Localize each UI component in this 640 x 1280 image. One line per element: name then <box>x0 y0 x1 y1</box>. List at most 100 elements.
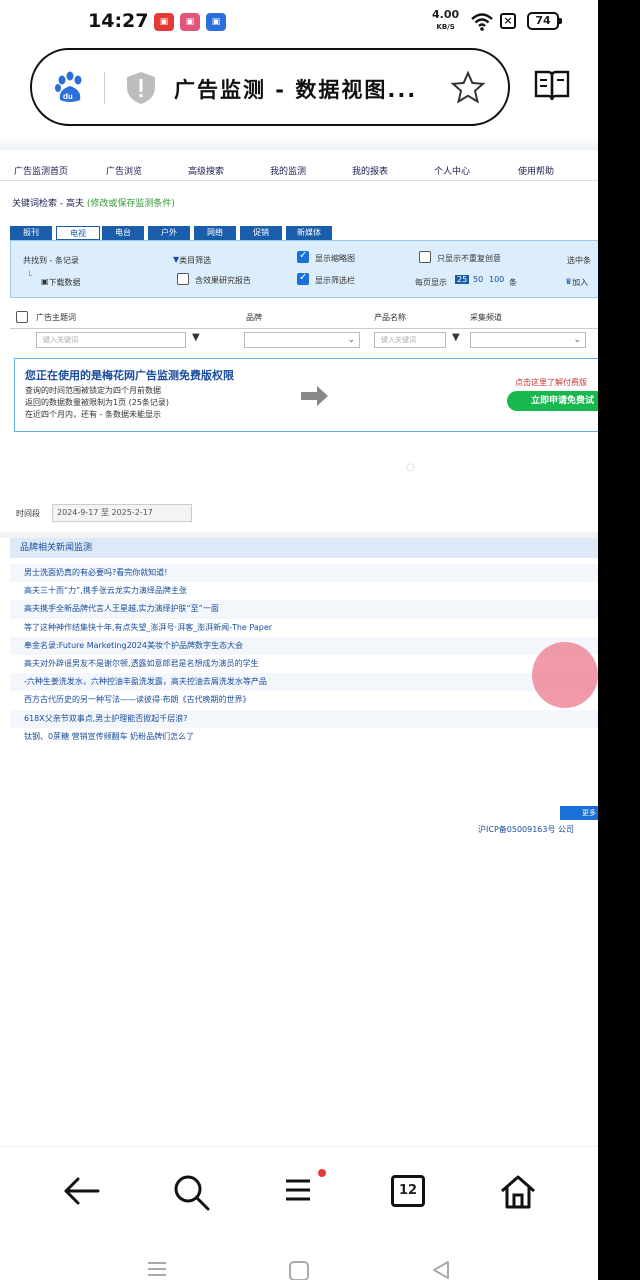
keyword-label: 关键词检索 - 高夫 <box>12 199 84 209</box>
news-item[interactable]: 等了这种神作结集快十年,有点失望_澎湃号·湃客_澎湃新闻-The Paper <box>10 619 598 637</box>
select-all-checkbox[interactable] <box>16 311 28 323</box>
home-icon[interactable] <box>498 1173 538 1211</box>
network-speed: 4.00 KB/S <box>432 9 459 33</box>
menu-icon[interactable] <box>284 1173 316 1205</box>
search-icon[interactable] <box>172 1173 212 1211</box>
page-title: 广告监测 - 数据视图... <box>174 78 418 102</box>
nav-item-my-monitor[interactable]: 我的监测 <box>270 164 306 177</box>
tabs-count-button[interactable]: 12 <box>391 1175 425 1207</box>
notice-line: 返回的数据数量被限制为1页 (25条记录) <box>25 398 170 407</box>
more-button[interactable]: 更多 <box>560 806 598 820</box>
tab-newspaper[interactable]: 报刊 <box>10 226 52 240</box>
browser-toolbar: 12 <box>0 1146 598 1241</box>
nav-item-advanced-search[interactable]: 高级搜索 <box>188 164 224 177</box>
tab-internet[interactable]: 网络 <box>194 226 236 240</box>
menu-notification-dot <box>318 1169 326 1177</box>
tab-radio[interactable]: 电台 <box>102 226 144 240</box>
show-filter-bar-label: 显示筛选栏 <box>315 276 355 285</box>
period-value[interactable]: 2024-9-17 至 2025-2-17 <box>52 504 192 522</box>
network-speed-value: 4.00 <box>432 8 460 21</box>
col-channel: 采集频道 <box>470 313 502 322</box>
reader-mode-icon[interactable] <box>534 68 570 102</box>
show-filter-bar-checkbox[interactable] <box>297 272 309 285</box>
notice-line: 在近四个月内，还有 - 条数据未能显示 <box>25 410 161 419</box>
right-edge-bar <box>598 0 640 1280</box>
tab-outdoor[interactable]: 户外 <box>148 226 190 240</box>
download-data-button[interactable]: ▣ 下载数据 <box>41 277 81 287</box>
include-research-checkbox[interactable] <box>177 273 189 285</box>
brand-select[interactable]: ⌄ <box>244 332 360 348</box>
product-search-input[interactable]: 键入关键词 <box>374 332 446 348</box>
per-page-25[interactable]: 25 <box>455 275 470 284</box>
news-item[interactable]: 钛钢、0蔗糖 营销宣传频翻车 奶粉品牌们怎么了 <box>10 728 598 746</box>
no-duplicate-checkbox[interactable] <box>419 251 431 263</box>
network-speed-unit: KB/S <box>436 23 455 31</box>
tree-branch: └ <box>27 271 32 280</box>
col-brand: 品牌 <box>246 313 262 322</box>
address-bar[interactable]: du 广告监测 - 数据视图... <box>30 48 510 126</box>
tab-tv[interactable]: 电视 <box>56 226 100 240</box>
table-header: 广告主题词 品牌 产品名称 采集频道 <box>10 308 598 329</box>
home-square-icon[interactable] <box>288 1260 310 1280</box>
battery-icon: 74 <box>527 12 562 30</box>
news-item[interactable]: 高夫对外辟谣男友不是谢尔顿,透露如意郎君是名想成为演员的学生 <box>10 655 598 673</box>
col-product: 产品名称 <box>374 313 406 322</box>
news-item[interactable]: 男士洗面奶真的有必要吗?看完你就知道! <box>10 564 598 583</box>
per-page-label: 每页显示 <box>415 278 447 287</box>
security-shield-icon[interactable] <box>124 70 158 106</box>
category-filter-label: 类目筛选 <box>179 256 212 265</box>
site-nav: 广告监测首页 广告浏览 高级搜索 我的监测 我的报表 个人中心 使用帮助 <box>0 158 598 181</box>
per-page-50[interactable]: 50 <box>473 275 483 284</box>
floating-assistive-button[interactable] <box>532 642 598 708</box>
show-thumbnail-checkbox[interactable] <box>297 250 309 263</box>
per-page-100[interactable]: 100 <box>489 275 504 284</box>
news-item[interactable]: -六种生姜洗发水，六种控油丰盈洗发露，高夫控油去屑洗发水等产品 <box>10 673 598 692</box>
subject-search-input[interactable]: 键入关键词 <box>36 332 186 348</box>
edit-conditions-link[interactable]: (修改或保存监测条件) <box>87 199 175 209</box>
status-time: 14:27 <box>88 10 149 32</box>
tab-promotion[interactable]: 促销 <box>240 226 282 240</box>
table-filter-row: 键入关键词 ▼ ⌄ 键入关键词 ▼ ⌄ <box>10 330 598 350</box>
free-version-notice: 您正在使用的是梅花网广告监测免费版权限 查询的时间范围被锁定为四个月前数据 返回… <box>14 358 598 432</box>
bookmark-star-icon[interactable] <box>450 70 486 106</box>
channel-select[interactable]: ⌄ <box>470 332 586 348</box>
recent-apps-icon[interactable] <box>146 1260 168 1276</box>
nav-item-browse[interactable]: 广告浏览 <box>106 164 142 177</box>
nav-item-help[interactable]: 使用帮助 <box>518 164 554 177</box>
loading-spinner-icon: ◌ <box>406 462 415 473</box>
category-filter[interactable]: ▼ 类目筛选 <box>173 255 211 265</box>
filter-panel: 共找到 - 条记录 ▼ 类目筛选 显示缩略图 只显示不重复创意 选中条 └ ▣下… <box>10 240 598 298</box>
news-item[interactable]: 西方古代历史的另一种写法——读彼得·布朗《古代晚期的世界》 <box>10 691 598 709</box>
news-item[interactable]: 奉金名录:Future Marketing2024美妆个护品牌数字生态大会 <box>10 636 598 655</box>
show-thumbnail-label: 显示缩略图 <box>315 254 355 263</box>
news-item[interactable]: 高夫携手全新品牌代言人王星越,实力演绎护肤“至”一面 <box>10 600 598 619</box>
nav-item-home[interactable]: 广告监测首页 <box>14 164 68 177</box>
icp-footer[interactable]: 沪ICP备05009163号 公司 <box>478 824 574 835</box>
product-filter-icon[interactable]: ▼ <box>452 332 460 343</box>
address-divider <box>104 72 105 104</box>
apply-free-trial-button[interactable]: 立即申请免费试 <box>507 391 598 411</box>
baidu-paw-icon: du <box>55 71 82 102</box>
news-item[interactable]: 618X父亲节双事点,男士护理能否掀起千层浪? <box>10 709 598 728</box>
col-subject: 广告主题词 <box>36 313 76 322</box>
nav-item-my-reports[interactable]: 我的报表 <box>352 164 388 177</box>
wifi-icon <box>471 13 493 31</box>
subject-filter-icon[interactable]: ▼ <box>192 332 200 343</box>
back-triangle-icon[interactable] <box>430 1260 452 1280</box>
app-notification-icon: ▣ <box>154 13 174 31</box>
notice-line: 查询的时间范围被锁定为四个月前数据 <box>25 386 161 395</box>
learn-paid-link[interactable]: 点击这里了解付费版 <box>515 377 587 388</box>
tab-new-media[interactable]: 新媒体 <box>286 226 332 240</box>
nav-item-user-center[interactable]: 个人中心 <box>434 164 470 177</box>
arrow-right-icon <box>301 386 328 406</box>
baidu-notification-icon: ▣ <box>206 13 226 31</box>
svg-text:du: du <box>63 92 73 101</box>
back-arrow-icon[interactable] <box>62 1173 102 1209</box>
per-page-unit: 条 <box>509 278 517 287</box>
add-button[interactable]: ♛ 加入 <box>565 277 588 287</box>
news-item[interactable]: 高夫三十而“力”,携手张云龙实力演绎品牌主张 <box>10 582 598 600</box>
web-content: 广告监测首页 广告浏览 高级搜索 我的监测 我的报表 个人中心 使用帮助 关键词… <box>0 136 598 1146</box>
news-section-header: 品牌相关新闻监测 <box>10 538 598 558</box>
app-notification-icon: ▣ <box>180 13 200 31</box>
status-bar: 14:27 ▣ ▣ ▣ 4.00 KB/S × 74 <box>0 0 598 44</box>
